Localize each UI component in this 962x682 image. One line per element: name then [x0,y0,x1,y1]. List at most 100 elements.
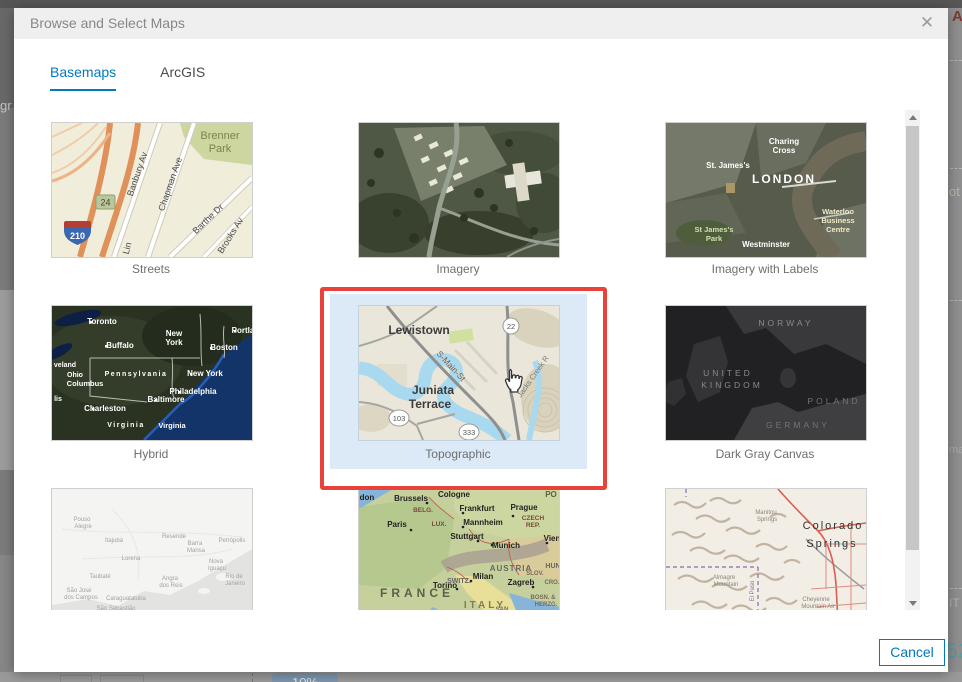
backdrop-left-dark [0,8,14,108]
map-label: Frankfurt [459,504,494,513]
backdrop-text-fragment: ma [949,444,962,456]
map-label: Alegre [74,524,92,530]
map-label: NORWAY [758,318,813,328]
backdrop-dash [950,168,962,169]
streets-thumbnail: Brenner Park Banbury Av Chapman Ave Bart… [52,123,252,257]
map-label: POLAND [808,396,861,406]
map-label: Colorado [803,520,864,532]
route-shield-label: 333 [463,428,476,437]
basemap-caption: Topographic [425,447,491,461]
basemap-caption: Dark Gray Canvas [715,447,815,461]
map-label: Juniata [412,383,454,397]
map-label: Columbus [67,379,104,388]
map-label: REP. [526,522,541,529]
backdrop-left-map [0,290,14,470]
map-label: Boston [210,343,238,352]
dialog-title: Browse and Select Maps [30,15,185,31]
backdrop-dash [950,588,962,589]
map-label: Taubaté [89,574,111,580]
map-label: Centre [826,225,850,234]
basemap-caption: Imagery [436,262,480,276]
map-label: Brussels [394,494,428,503]
cancel-button[interactable]: Cancel [879,639,945,666]
browse-maps-dialog: Browse and Select Maps ✕ Basemaps ArcGIS [14,8,948,672]
basemap-caption: Hybrid [133,447,169,461]
terrain-thumbnail: El Paso Colorado Springs Manitou Springs… [666,489,866,610]
backdrop-left-low [0,555,14,672]
imagery-labels-thumbnail: Charing Cross St. James's LONDON Waterlo… [666,123,866,257]
map-label: Park [706,234,723,243]
scroll-up-button[interactable] [905,110,920,124]
basemap-caption: Streets [131,262,170,276]
map-label: KINGDOM [701,380,763,390]
map-label: Resende [162,534,187,540]
close-icon[interactable]: ✕ [916,12,938,34]
basemap-tile-light-gray-canvas[interactable]: Pouso Alegre Itajubá Resende Barra Mansa… [51,488,253,610]
map-label: Buffalo [106,341,134,350]
map-label: Brenner [200,130,239,142]
map-label: PO [545,490,557,499]
scroll-down-icon [908,600,917,606]
map-label: El Paso [750,580,756,601]
map-label: LUX. [432,521,447,528]
route-shield-label: 103 [393,414,406,423]
basemap-caption: Imagery with Labels [711,262,819,276]
backdrop-percent-box: 10% [272,673,338,682]
map-label: Milan [473,572,494,581]
basemap-tile-terrain-with-labels[interactable]: El Paso Colorado Springs Manitou Springs… [665,488,867,610]
scrollbar-thumb[interactable] [906,126,919,550]
backdrop-text-fragment: gr [0,98,12,113]
backdrop-text-fragment: ot [949,184,960,199]
route-shield-label: 24 [100,198,110,208]
map-label: New [166,329,183,338]
map-label: Barra [188,541,203,547]
basemap-tile-national-geographic[interactable]: don Brussels Cologne BELG. Frankfurt Pra… [358,488,560,610]
map-label: veland [54,362,76,369]
map-label: York [165,338,183,347]
map-label: SLOV. [526,571,544,577]
screen: gr A ot ma IT 52 10% Browse and Select M… [0,0,962,682]
map-label: Angra [162,576,179,582]
map-label: UNITED [703,368,753,378]
basemap-tile-imagery[interactable] [358,122,560,258]
map-label: GERMANY [766,420,830,430]
map-label: Virginia [158,421,186,430]
map-label: Pennsylvania [105,371,168,378]
map-label: São Sebastião [96,606,136,610]
map-label: Charing [769,137,799,146]
map-label: Vien [544,534,559,543]
scrollbar[interactable] [905,110,920,610]
basemap-tile-dark-gray-canvas[interactable]: NORWAY UNITED KINGDOM POLAND GERMANY [665,305,867,441]
map-label: Virginia [107,422,145,429]
map-label: Manitou [755,510,776,516]
map-label: HUN [545,563,559,570]
basemap-tile-hybrid[interactable]: Toronto New York Buffalo Boston Portla P… [51,305,253,441]
map-label: Cross [773,146,796,155]
map-label: New York [187,369,223,378]
backdrop-dash [950,60,962,61]
map-label: Lorena [122,556,141,562]
map-label: LONDON [752,172,816,186]
map-label: Munich [492,541,520,550]
hybrid-thumbnail: Toronto New York Buffalo Boston Portla P… [52,306,252,440]
map-label: Cologne [438,490,471,499]
tab-arcgis[interactable]: ArcGIS [160,64,205,91]
map-label: Janeiro [225,581,245,587]
basemap-tile-imagery-with-labels[interactable]: Charing Cross St. James's LONDON Waterlo… [665,122,867,258]
backdrop-text-fragment: 52 [946,640,962,663]
backdrop-text-fragment: IT [949,596,960,610]
scroll-down-button[interactable] [905,596,920,610]
natgeo-thumbnail: don Brussels Cologne BELG. Frankfurt Pra… [359,489,559,610]
basemap-tile-streets[interactable]: Brenner Park Banbury Av Chapman Ave Bart… [51,122,253,258]
map-label: Zagreb [508,578,535,587]
map-label: Ohio [67,372,83,379]
map-label: Terrace [409,397,452,411]
basemap-gallery[interactable]: Brenner Park Banbury Av Chapman Ave Bart… [14,108,905,610]
backdrop-shape [100,675,144,682]
map-label: Pouso [73,517,91,523]
map-label: Westminster [742,240,790,249]
basemap-tile-topographic[interactable]: Lewistown Juniata Terrace S-Main-St Jack… [358,305,560,441]
map-label: Springs [806,538,857,550]
map-label: dos Reis [159,583,182,589]
tab-basemaps[interactable]: Basemaps [50,64,117,91]
